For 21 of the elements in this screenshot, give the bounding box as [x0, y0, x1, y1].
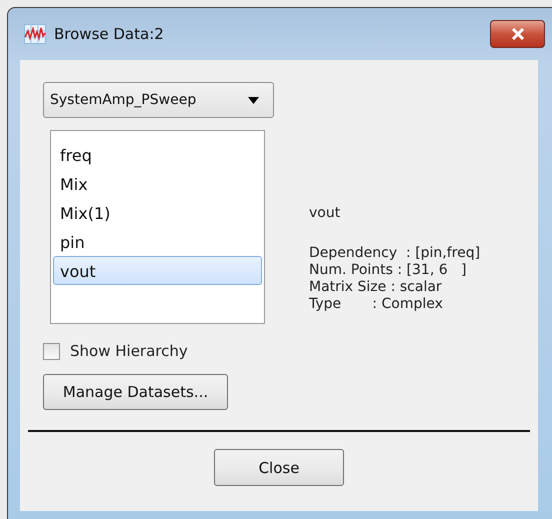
list-item[interactable]: Mix(1): [53, 198, 262, 227]
window-title: Browse Data:2: [54, 25, 164, 43]
variable-list[interactable]: freq Mix Mix(1) pin vout: [50, 130, 265, 324]
manage-datasets-button[interactable]: Manage Datasets...: [43, 374, 228, 410]
close-dialog-button[interactable]: Close: [214, 449, 344, 486]
waveform-icon: [24, 24, 46, 44]
checkbox[interactable]: [43, 342, 60, 360]
detail-line: Num. Points : [31, 6 ]: [309, 262, 468, 279]
list-item[interactable]: pin: [53, 227, 262, 256]
list-item[interactable]: Mix: [53, 169, 262, 198]
checkbox-label: Show Hierarchy: [70, 342, 188, 360]
detail-line: Type : Complex: [309, 296, 444, 313]
dataset-dropdown[interactable]: SystemAmp_PSweep: [43, 82, 274, 118]
close-icon: [510, 28, 524, 40]
detail-line: Dependency : [pin,freq]: [309, 245, 480, 262]
detail-line: Matrix Size : scalar: [309, 279, 443, 296]
list-item[interactable]: freq: [53, 140, 262, 169]
list-item[interactable]: vout: [53, 256, 262, 285]
close-button[interactable]: [490, 20, 545, 48]
dropdown-arrow-icon: [248, 96, 259, 104]
variable-name: vout: [309, 205, 342, 221]
